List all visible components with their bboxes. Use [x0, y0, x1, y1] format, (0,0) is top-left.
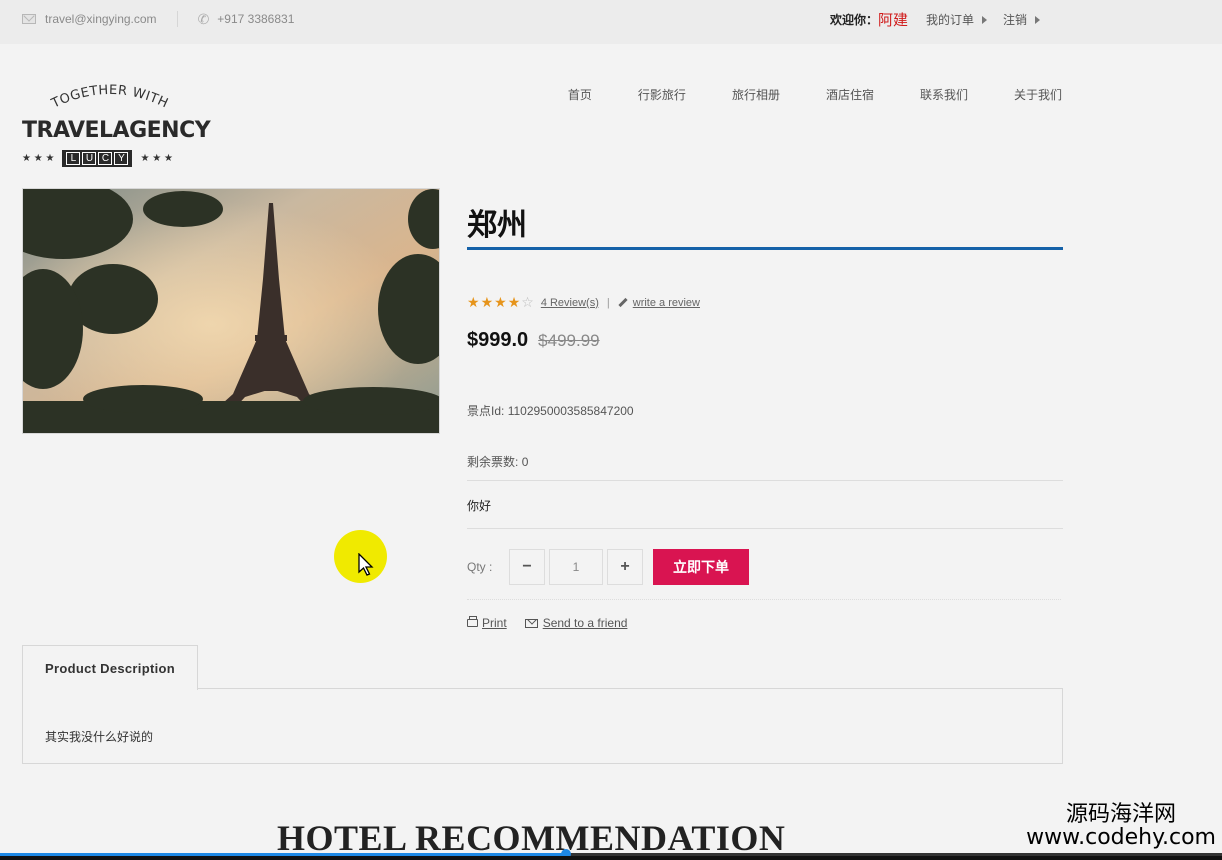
old-price: $499.99	[538, 331, 600, 350]
rating-row: ★★★★☆ 4 Review(s) | write a review	[467, 294, 1063, 311]
star-icon: ★	[494, 294, 508, 310]
price-row: $999.0 $499.99	[467, 329, 1063, 352]
qty-input[interactable]: 1	[549, 549, 603, 585]
star-empty-icon: ☆	[521, 294, 535, 310]
printer-icon	[467, 616, 478, 627]
tickets-label: 剩余票数:	[467, 455, 519, 469]
svg-text:TOGETHER WITH: TOGETHER WITH	[48, 83, 170, 112]
phone-contact: ✆ +917 3386831	[198, 12, 295, 26]
logo-badge: L U C Y	[62, 150, 133, 167]
product-image	[22, 188, 440, 434]
scenic-id-label: 景点Id:	[467, 404, 505, 418]
eiffel-tower-photo	[23, 189, 439, 433]
star-icon: ★	[467, 294, 481, 310]
logo-badge-row: ★ ★ ★ L U C Y ★ ★ ★	[22, 150, 173, 167]
mail-icon	[22, 14, 36, 24]
phone-text: +917 3386831	[217, 12, 295, 26]
qty-label: Qty :	[467, 560, 493, 574]
rating-stars: ★★★★☆	[467, 294, 535, 311]
watermark: 源码海洋网 www.codehy.com	[1026, 803, 1216, 849]
bottom-strip	[0, 856, 1222, 860]
nav-item-home[interactable]: 首页	[568, 86, 592, 103]
nav-item-contact[interactable]: 联系我们	[920, 86, 968, 103]
logout-link[interactable]: 注销	[1003, 11, 1040, 28]
logo-stars-left: ★ ★ ★	[22, 153, 55, 164]
logo-badge-letter: L	[66, 152, 81, 165]
watermark-line1: 源码海洋网	[1065, 802, 1176, 827]
product-details: 郑州 ★★★★☆ 4 Review(s) | write a review $9…	[467, 200, 1063, 630]
caret-right-icon	[1035, 15, 1040, 24]
contact-info: travel@xingying.com ✆ +917 3386831	[22, 11, 294, 27]
email-contact: travel@xingying.com	[22, 12, 157, 26]
divider	[467, 599, 1061, 600]
logo-title: TRAVELAGENCY	[22, 118, 211, 143]
scenic-id-value: 1102950003585847200	[507, 404, 634, 418]
phone-icon: ✆	[197, 11, 210, 27]
share-row: Print Send to a friend	[467, 616, 1063, 630]
caret-right-icon	[981, 15, 987, 24]
tickets-row: 剩余票数: 0	[467, 453, 1063, 481]
description-content: 其实我没什么好说的	[45, 730, 154, 744]
nav-item-album[interactable]: 旅行相册	[732, 86, 780, 103]
user-menu: 欢迎你： 阿建 我的订单 注销	[830, 9, 1056, 30]
logo-arc: TOGETHER WITH	[48, 83, 170, 112]
main-nav: 首页 行影旅行 旅行相册 酒店住宿 联系我们 关于我们	[522, 86, 1062, 103]
my-orders-link[interactable]: 我的订单	[926, 11, 987, 28]
logo-badge-letter: C	[98, 152, 113, 165]
quantity-row: Qty : − 1 + 立即下单	[467, 549, 1063, 585]
my-orders-label: 我的订单	[925, 13, 974, 27]
logo-arc-text: TOGETHER WITH	[48, 83, 170, 112]
mouse-pointer-icon	[358, 553, 374, 576]
write-review-link[interactable]: write a review	[633, 297, 700, 309]
product-title: 郑州	[467, 200, 1063, 250]
logout-label: 注销	[1002, 13, 1027, 27]
envelope-icon	[524, 618, 538, 628]
username[interactable]: 阿建	[878, 9, 908, 30]
qty-decrease-button[interactable]: −	[509, 549, 545, 585]
divider	[176, 11, 178, 27]
logo-badge-letter: U	[82, 152, 97, 165]
logo-badge-letter: Y	[114, 152, 129, 165]
nav-item-hotel[interactable]: 酒店住宿	[826, 86, 874, 103]
tab-panel: 其实我没什么好说的	[22, 688, 1063, 764]
top-bar: travel@xingying.com ✆ +917 3386831 欢迎你： …	[0, 0, 1222, 44]
short-description: 你好	[467, 481, 1063, 529]
scenic-id-row: 景点Id: 1102950003585847200	[467, 402, 1063, 419]
divider: |	[606, 296, 610, 309]
send-label: Send to a friend	[542, 616, 628, 630]
star-icon: ★	[480, 294, 495, 310]
nav-item-travel[interactable]: 行影旅行	[638, 86, 686, 103]
star-icon: ★	[507, 294, 522, 310]
print-link[interactable]: Print	[467, 616, 507, 630]
watermark-line2: www.codehy.com	[1026, 825, 1216, 851]
order-now-button[interactable]: 立即下单	[653, 549, 749, 585]
tab-product-description[interactable]: Product Description	[22, 645, 198, 690]
pencil-icon	[618, 297, 628, 308]
nav-item-about[interactable]: 关于我们	[1014, 86, 1062, 103]
welcome-label: 欢迎你：	[829, 13, 878, 27]
print-label: Print	[482, 616, 507, 630]
qty-increase-button[interactable]: +	[607, 549, 643, 585]
send-to-friend-link[interactable]: Send to a friend	[524, 616, 628, 630]
current-price: $999.0	[467, 329, 529, 351]
reviews-link[interactable]: 4 Review(s)	[541, 297, 599, 309]
logo-stars-right: ★ ★ ★	[140, 153, 173, 164]
tickets-value: 0	[521, 455, 529, 469]
site-logo[interactable]: TOGETHER WITH TRAVELAGENCY ★ ★ ★ L U C Y…	[22, 80, 211, 176]
email-text[interactable]: travel@xingying.com	[45, 12, 157, 26]
